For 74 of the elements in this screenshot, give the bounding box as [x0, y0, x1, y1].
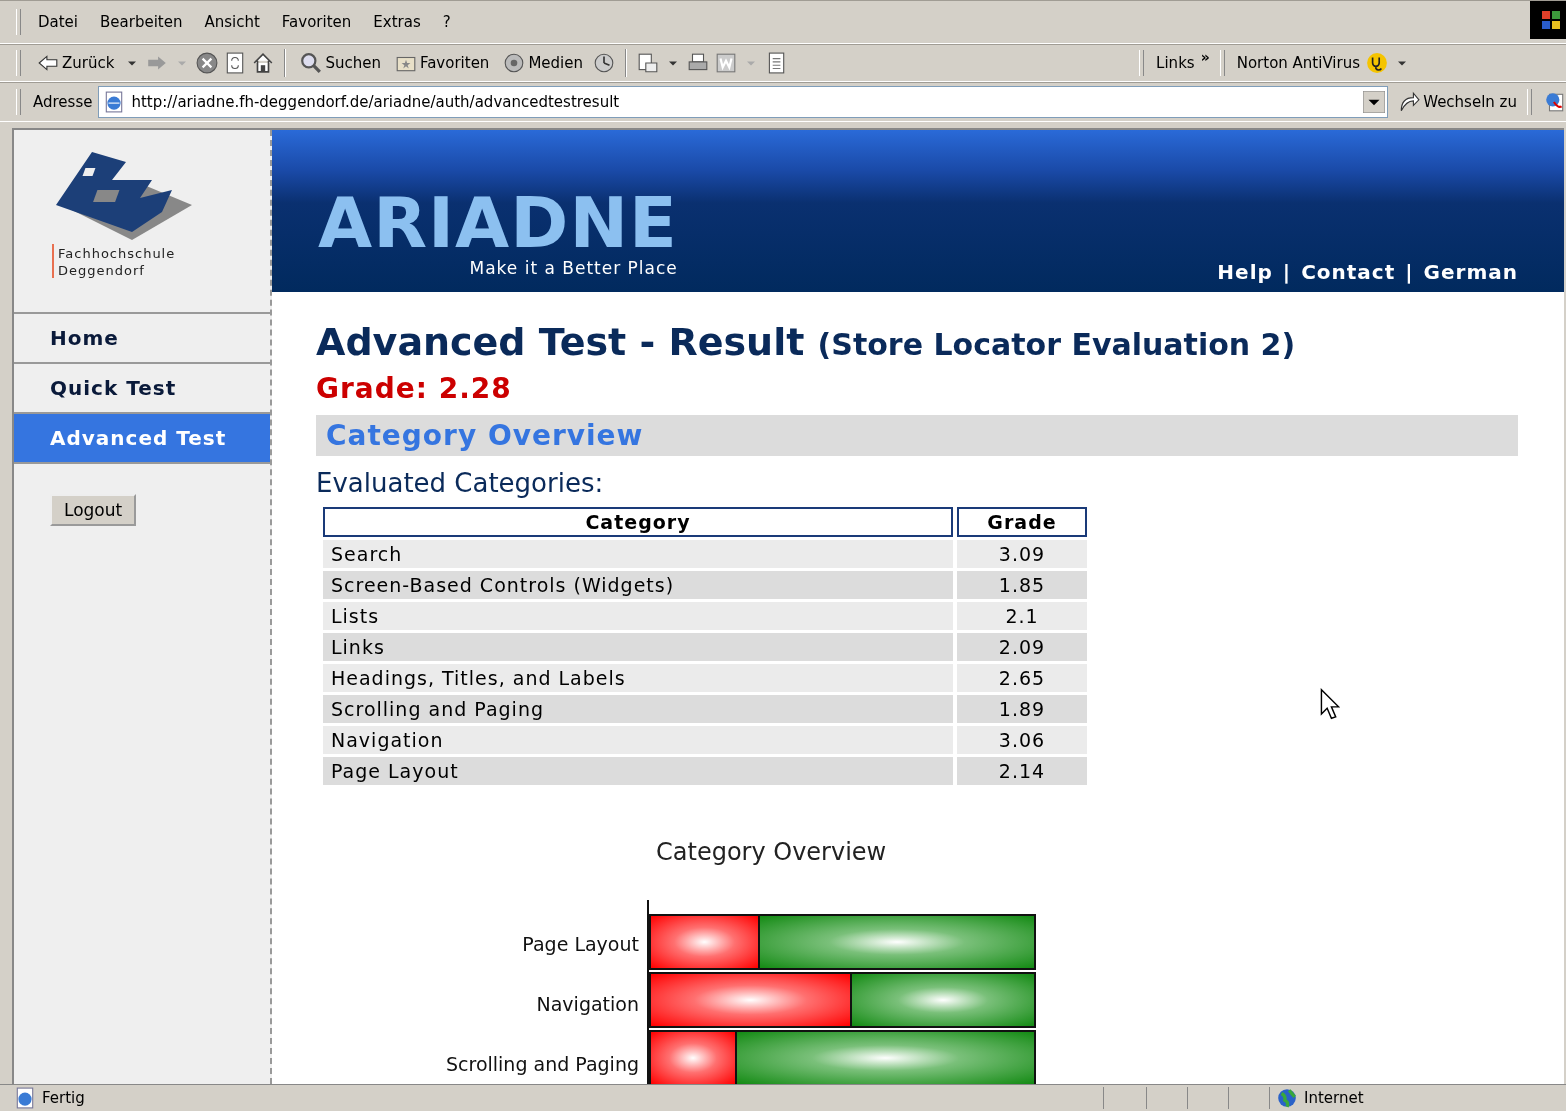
menu-item[interactable]: ? — [431, 13, 462, 31]
dropdown-arrow-icon[interactable] — [128, 60, 137, 66]
menu-item[interactable]: Datei — [27, 13, 90, 31]
logo-text: Fachhochschule — [58, 246, 176, 261]
status-text: Fertig — [42, 1089, 85, 1107]
table-cell: Headings, Titles, and Labels — [323, 664, 953, 692]
search-button[interactable]: Suchen — [296, 50, 385, 76]
address-label: Adresse — [33, 93, 93, 111]
favorites-button[interactable]: Favoriten — [390, 50, 494, 76]
windows-logo-icon — [1530, 1, 1566, 39]
disc-icon — [503, 52, 526, 74]
menu-item[interactable]: Bearbeiten — [89, 13, 194, 31]
table-cell: 3.09 — [957, 540, 1087, 568]
tagline: Make it a Better Place — [469, 258, 678, 278]
bar-label: Scrolling and Paging — [446, 1052, 640, 1077]
menu-item[interactable]: Ansicht — [193, 13, 271, 31]
section-header: Category Overview — [316, 415, 1518, 456]
separator: | — [1282, 260, 1292, 284]
norton-antivirus-label: Norton AntiVirus — [1236, 54, 1360, 72]
header-link[interactable]: Help — [1217, 260, 1273, 284]
site-title: ARIADNE — [318, 188, 678, 258]
menu-item[interactable]: Favoriten — [270, 13, 363, 31]
history-icon[interactable] — [593, 52, 615, 74]
table-cell: Navigation — [323, 726, 953, 754]
media-button[interactable]: Medien — [499, 50, 587, 76]
logout-button[interactable]: Logout — [50, 494, 137, 526]
column-header: Grade — [957, 507, 1087, 537]
bar-label: Page Layout — [521, 932, 640, 957]
table-cell: Links — [323, 633, 953, 661]
chart-title: Category Overview — [656, 838, 888, 866]
table-cell: Lists — [323, 602, 953, 630]
page-title: Advanced Test - Result — [316, 320, 805, 364]
table-cell: Screen-Based Controls (Widgets) — [323, 571, 953, 599]
header-link[interactable]: German — [1423, 260, 1518, 284]
globe-icon — [1276, 1087, 1298, 1109]
table-title: Evaluated Categories: — [316, 468, 605, 498]
dropdown-arrow-icon[interactable] — [1398, 60, 1406, 66]
separator: | — [1405, 260, 1414, 284]
logo-text: Deggendorf — [58, 263, 146, 278]
dropdown-button[interactable] — [1363, 91, 1386, 113]
table-cell: Page Layout — [323, 757, 953, 785]
sidebar-item[interactable]: Home — [14, 314, 270, 364]
table-cell: Scrolling and Paging — [323, 695, 953, 723]
stop-icon[interactable] — [196, 52, 219, 74]
sidebar-item[interactable]: Advanced Test — [14, 414, 270, 464]
dropdown-arrow-icon[interactable] — [669, 60, 677, 66]
table-cell: 1.89 — [957, 695, 1087, 723]
curved-arrow-icon — [1398, 91, 1421, 113]
url-text: http://ariadne.fh-deggendorf.de/ariadne/auth/advancedtestresult — [131, 93, 620, 111]
links-label[interactable]: Links — [1156, 54, 1195, 72]
mouse-cursor-icon — [1320, 688, 1340, 720]
table-cell: 2.14 — [957, 757, 1087, 785]
address-field[interactable]: http://ariadne.fh-deggendorf.de/ariadne/auth/advancedtestresult — [98, 86, 1389, 118]
table-cell: 2.09 — [957, 633, 1087, 661]
bar-label: Navigation — [535, 992, 640, 1017]
menu-item[interactable]: Extras — [362, 13, 432, 31]
table-cell: Search — [323, 540, 953, 568]
table-cell: 1.85 — [957, 571, 1087, 599]
search-icon — [300, 52, 323, 74]
header-link[interactable]: Contact — [1301, 260, 1396, 284]
table-cell: 2.1 — [957, 602, 1087, 630]
page-subtitle: (Store Locator Evaluation 2) — [817, 327, 1296, 362]
page-icon — [14, 1087, 36, 1109]
table-cell: 3.06 — [957, 726, 1087, 754]
back-arrow-icon — [37, 52, 59, 74]
chevron[interactable]: » — [1200, 49, 1210, 65]
overall-grade: Grade: 2.28 — [316, 372, 513, 405]
zone-text: Internet — [1304, 1089, 1364, 1107]
column-header: Category — [323, 507, 953, 537]
table-cell: 2.65 — [957, 664, 1087, 692]
back-button[interactable]: Zurück — [33, 50, 119, 76]
home-icon[interactable] — [252, 52, 275, 74]
stethoscope-icon[interactable] — [1366, 52, 1388, 74]
go-button[interactable]: Wechseln zu — [1394, 89, 1521, 115]
